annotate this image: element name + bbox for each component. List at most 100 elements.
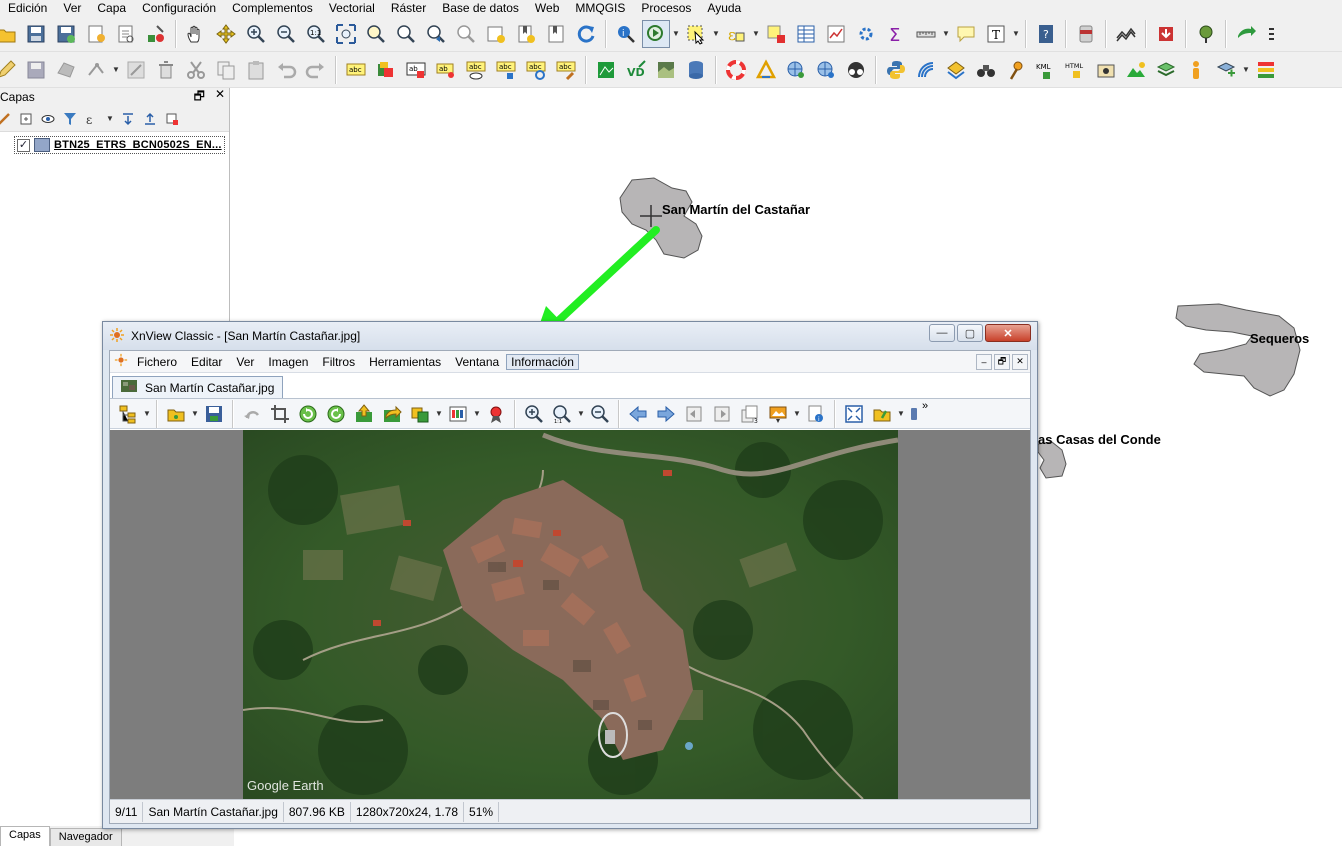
zoom-native-icon[interactable]: 1:1 (302, 20, 330, 48)
python-console-icon[interactable] (882, 56, 910, 84)
open-folder-icon[interactable] (163, 401, 189, 427)
layer-stack-icon[interactable] (1152, 56, 1180, 84)
vertex-tool-icon[interactable] (82, 56, 110, 84)
slideshow-icon[interactable] (765, 401, 791, 427)
sum-icon[interactable]: Σ (882, 20, 910, 48)
html-export-icon[interactable]: HTML (1062, 56, 1090, 84)
dropdown-arrow[interactable]: ▼ (896, 400, 906, 428)
color-adjust-icon[interactable] (445, 401, 471, 427)
lifebuoy-icon[interactable] (722, 56, 750, 84)
xn-menu-fichero[interactable]: Fichero (130, 355, 184, 369)
measure-icon[interactable] (912, 20, 940, 48)
add-database-icon[interactable] (682, 56, 710, 84)
menu-procesos[interactable]: Procesos (633, 0, 699, 16)
statistics-icon[interactable] (822, 20, 850, 48)
dropdown-arrow[interactable]: ▼ (1011, 20, 1021, 48)
toolbar-overflow-icon[interactable]: » (922, 400, 928, 412)
stacked-layers-icon[interactable] (1252, 56, 1280, 84)
xn-menu-ver[interactable]: Ver (229, 355, 261, 369)
rotate-left-icon[interactable] (295, 401, 321, 427)
minimize-button[interactable]: — (929, 324, 955, 342)
modify-attributes-icon[interactable] (122, 56, 150, 84)
toggle-editing-icon[interactable] (0, 56, 20, 84)
identify-features-icon[interactable]: i (612, 20, 640, 48)
tab-capas[interactable]: Capas (0, 826, 50, 846)
new-bookmark-icon[interactable] (512, 20, 540, 48)
save-as-icon[interactable] (52, 20, 80, 48)
browser-tree-icon[interactable] (115, 401, 141, 427)
label-abc-icon[interactable]: abc (342, 56, 370, 84)
add-vector-3d-icon[interactable]: VD (622, 56, 650, 84)
xnview-menu-icon[interactable] (114, 353, 128, 370)
terrain-icon[interactable] (1122, 56, 1150, 84)
zoom-in-icon[interactable] (242, 20, 270, 48)
tab-navegador[interactable]: Navegador (49, 828, 122, 846)
dropdown-arrow[interactable]: ▼ (1241, 56, 1251, 84)
layout-manager-icon[interactable] (112, 20, 140, 48)
next-image-icon[interactable] (653, 401, 679, 427)
xn-menu-filtros[interactable]: Filtros (315, 355, 362, 369)
dropdown-arrow[interactable]: ▼ (792, 400, 802, 428)
redo-icon[interactable] (302, 56, 330, 84)
crop-icon[interactable] (267, 401, 293, 427)
dropdown-arrow[interactable]: ▼ (711, 20, 721, 48)
save-project-icon[interactable] (22, 20, 50, 48)
copy-features-icon[interactable] (212, 56, 240, 84)
mdi-minimize-button[interactable]: – (976, 353, 992, 370)
digitize-icon[interactable] (52, 56, 80, 84)
xnview-image-tab[interactable]: San Martín Castañar.jpg (112, 376, 284, 398)
image-info-icon[interactable]: i (803, 401, 829, 427)
text-annotation-icon[interactable]: T (982, 20, 1010, 48)
mdi-close-button[interactable]: ✕ (1012, 353, 1028, 370)
layer-visibility-checkbox[interactable]: ✓ (17, 138, 30, 152)
collapse-all-icon[interactable] (142, 111, 158, 127)
dropdown-arrow[interactable]: ▼ (111, 56, 121, 84)
dropdown-arrow[interactable]: ▼ (190, 400, 200, 428)
layer-name[interactable]: BTN25_ETRS_BCN0502S_EN... (54, 139, 222, 151)
style-paint-icon[interactable] (0, 111, 12, 127)
save-edits-icon[interactable] (22, 56, 50, 84)
photo-capture-icon[interactable] (1092, 56, 1120, 84)
vector-tools-icon[interactable] (1212, 56, 1240, 84)
filter-expression-icon[interactable]: ε (84, 111, 100, 127)
triangle-tool-icon[interactable] (752, 56, 780, 84)
profile-tool-icon[interactable] (1112, 20, 1140, 48)
dropdown-arrow[interactable]: ▼ (472, 400, 482, 428)
save-image-icon[interactable] (201, 401, 227, 427)
zoom-out-icon[interactable] (587, 401, 613, 427)
export-up-icon[interactable] (351, 401, 377, 427)
fullscreen-icon[interactable] (841, 401, 867, 427)
dropdown-arrow[interactable]: ▼ (142, 400, 152, 428)
menu-complementos[interactable]: Complementos (224, 0, 321, 16)
change-label-icon[interactable]: abc (552, 56, 580, 84)
select-features-icon[interactable] (682, 20, 710, 48)
batch-convert-icon[interactable] (407, 401, 433, 427)
layers-diamond-icon[interactable] (942, 56, 970, 84)
dropdown-arrow[interactable]: ▼ (751, 20, 761, 48)
move-to-icon[interactable] (379, 401, 405, 427)
export-folder-icon[interactable] (869, 401, 895, 427)
phone-icon[interactable] (907, 401, 921, 427)
gps-signal-icon[interactable] (912, 56, 940, 84)
attribute-table-icon[interactable] (792, 20, 820, 48)
globe-search-icon[interactable] (812, 56, 840, 84)
xn-menu-ventana[interactable]: Ventana (448, 355, 506, 369)
menu-raster[interactable]: Ráster (383, 0, 434, 16)
menu-ver[interactable]: Ver (55, 0, 89, 16)
zoom-out-icon[interactable] (272, 20, 300, 48)
binoculars-icon[interactable] (972, 56, 1000, 84)
menu-base-de-datos[interactable]: Base de datos (434, 0, 527, 16)
previous-image-icon[interactable] (625, 401, 651, 427)
kml-import-icon[interactable]: KML (1032, 56, 1060, 84)
pan-icon[interactable] (182, 20, 210, 48)
remove-layer-icon[interactable] (164, 111, 180, 127)
expand-all-icon[interactable] (120, 111, 136, 127)
style-manager-icon[interactable] (142, 20, 170, 48)
maximize-button[interactable]: ▢ (957, 324, 983, 342)
next-page-icon[interactable] (709, 401, 735, 427)
zoom-full-icon[interactable] (332, 20, 360, 48)
dropdown-arrow[interactable]: ▼ (434, 400, 444, 428)
dropdown-arrow[interactable]: ▼ (941, 20, 951, 48)
globe-add-icon[interactable] (782, 56, 810, 84)
export-icon[interactable] (1232, 20, 1260, 48)
